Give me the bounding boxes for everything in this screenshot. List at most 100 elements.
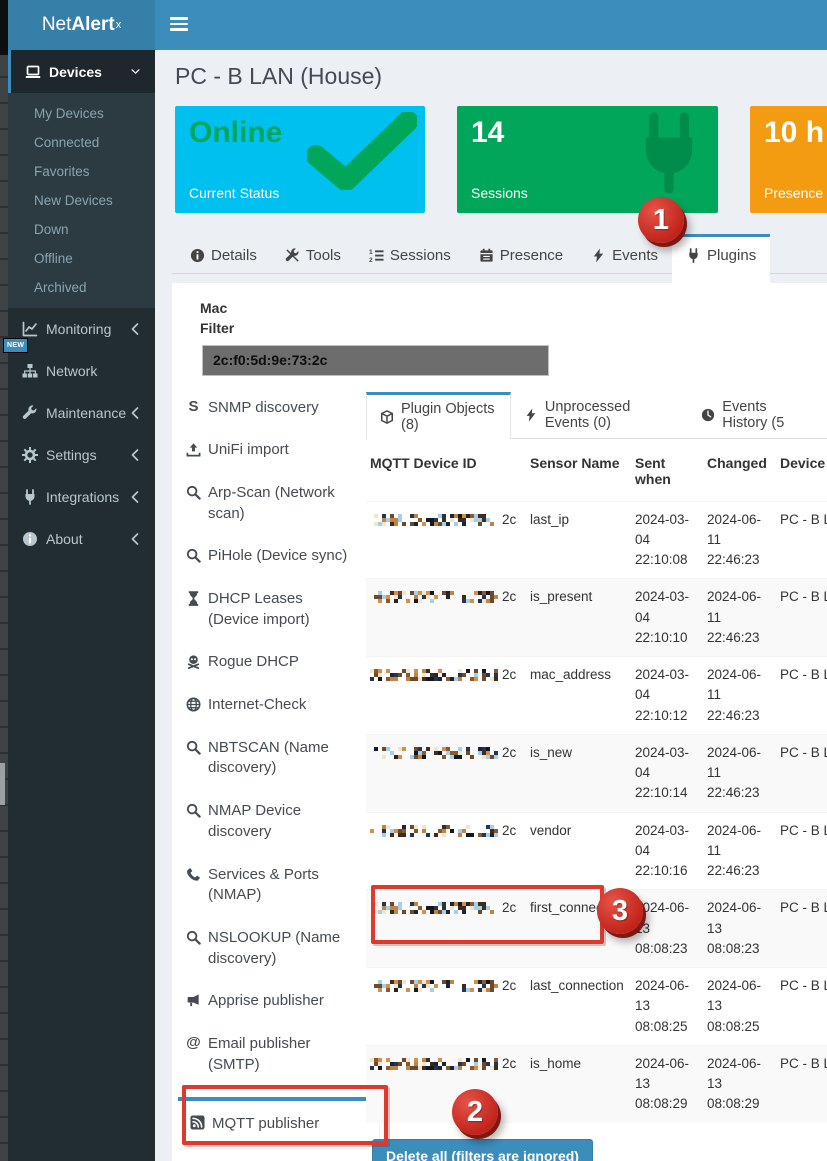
- tab-inner: Plugins: [686, 247, 756, 264]
- tab-details[interactable]: Details: [176, 237, 271, 273]
- plugin-nav-label: Email publisher (SMTP): [208, 1034, 350, 1075]
- plugin-nav-label: SNMP discovery: [208, 398, 319, 419]
- cell-device: PC - B LAN: [776, 657, 827, 735]
- app-logo[interactable]: NetAlertx: [8, 0, 155, 50]
- status-card-sessions[interactable]: 14Sessions: [457, 106, 718, 213]
- plugin-nav-services-ports-nmap-[interactable]: Services & Ports (NMAP): [186, 865, 366, 906]
- plugin-nav-label: Internet-Check: [208, 695, 306, 716]
- tab-presence[interactable]: Presence: [465, 237, 577, 273]
- table-row[interactable]: 2cfirst_connection2024-06-13 08:08:23202…: [366, 890, 827, 968]
- sidebar-subitem-new-devices[interactable]: New Devices: [8, 186, 155, 215]
- sidebar-item-devices[interactable]: Devices: [8, 50, 155, 93]
- sidebar-item-label: Integrations: [46, 489, 127, 505]
- table-row[interactable]: 2cis_home2024-06-13 08:08:292024-06-13 0…: [366, 1045, 827, 1122]
- window-edge-strip: [0, 0, 8, 1161]
- card-value: 10 h: [764, 116, 827, 151]
- inner-tab-0[interactable]: Plugin Objects (8): [366, 392, 511, 439]
- main-content: PC - B LAN (House) OnlineCurrent Status1…: [155, 50, 827, 1161]
- devices-submenu: My DevicesConnectedFavoritesNew DevicesD…: [8, 93, 155, 308]
- col-mqtt-device-id: MQTT Device ID: [366, 441, 526, 502]
- table-row[interactable]: 2cvendor2024-03-04 22:10:162024-06-11 22…: [366, 812, 827, 890]
- table-row[interactable]: 2cmac_address2024-03-04 22:10:122024-06-…: [366, 657, 827, 735]
- sidebar-subitem-offline[interactable]: Offline: [8, 244, 155, 273]
- inner-tab-1[interactable]: Unprocessed Events (0): [511, 392, 688, 438]
- sidebar-item-network[interactable]: Network: [8, 350, 155, 392]
- card-label: Current Status: [189, 185, 279, 201]
- hamburger-icon[interactable]: [170, 17, 190, 33]
- delete-all-button[interactable]: Delete all (filters are ignored): [372, 1139, 593, 1161]
- cell-device-id: 2c: [366, 734, 526, 812]
- bolt-icon: [591, 248, 606, 263]
- sidebar-subitem-down[interactable]: Down: [8, 215, 155, 244]
- tab-tools[interactable]: Tools: [271, 237, 355, 273]
- plugin-nav-snmp-discovery[interactable]: SSNMP discovery: [186, 398, 366, 419]
- plugin-nav-dhcp-leases-device-import-[interactable]: DHCP Leases (Device import): [186, 589, 366, 630]
- svg-text:1: 1: [369, 249, 373, 256]
- svg-text:2: 2: [369, 257, 373, 263]
- status-card-presence[interactable]: 10 h Presence: [750, 106, 827, 213]
- cell-sent: 2024-03-04 22:10:08: [631, 501, 703, 579]
- tab-plugins[interactable]: Plugins: [672, 234, 770, 292]
- plugin-nav-rogue-dhcp[interactable]: Rogue DHCP: [186, 652, 366, 673]
- tab-label: Plugins: [707, 247, 756, 264]
- tab-label: Presence: [500, 247, 563, 264]
- cell-sensor: vendor: [526, 812, 631, 890]
- sidebar-subitem-archived[interactable]: Archived: [8, 273, 155, 302]
- device-id-suffix: 2c: [502, 510, 516, 530]
- cell-device: PC - B LAN: [776, 812, 827, 890]
- plugin-nav-email-publisher-smtp-[interactable]: @ Email publisher (SMTP): [186, 1034, 366, 1075]
- sidebar-item-label: About: [46, 531, 127, 547]
- sidebar-subitem-connected[interactable]: Connected: [8, 128, 155, 157]
- plugin-nav-nmap-device-discovery[interactable]: NMAP Device discovery: [186, 801, 366, 842]
- sidebar-item-about[interactable]: About: [8, 518, 155, 560]
- sidebar-item-label: Network: [46, 363, 143, 379]
- table-row[interactable]: 2cis_present2024-03-04 22:10:102024-06-1…: [366, 579, 827, 657]
- sidebar-subitem-favorites[interactable]: Favorites: [8, 157, 155, 186]
- mac-filter-label: Mac Filter: [200, 298, 827, 339]
- plugin-nav-pihole-device-sync-[interactable]: PiHole (Device sync): [186, 546, 366, 567]
- cell-sensor: is_present: [526, 579, 631, 657]
- redacted-device-id: [370, 591, 498, 603]
- col-sent-when: Sent when: [631, 441, 703, 502]
- bullhorn-icon: [186, 993, 201, 1008]
- plugin-nav-unifi-import[interactable]: UniFi import: [186, 440, 366, 461]
- sidebar-subitem-my-devices[interactable]: My Devices: [8, 99, 155, 128]
- plugin-nav-label: Rogue DHCP: [208, 652, 299, 673]
- card-label: Presence: [764, 185, 823, 201]
- plugin-nav-nslookup-name-discovery-[interactable]: NSLOOKUP (Name discovery): [186, 928, 366, 969]
- plugin-nav-label: NBTSCAN (Name discovery): [208, 738, 350, 779]
- window-edge-top: [0, 0, 8, 55]
- device-id-suffix: 2c: [502, 976, 516, 996]
- cube-icon: [380, 410, 394, 424]
- tools-icon: [285, 248, 300, 263]
- plugin-nav-arp-scan-network-scan-[interactable]: Arp-Scan (Network scan): [186, 483, 366, 524]
- cell-device: PC - B LAN: [776, 501, 827, 579]
- at-icon: @: [186, 1036, 201, 1051]
- inner-tab-2[interactable]: Events History (5: [688, 392, 827, 438]
- plugin-nav-label: Apprise publisher: [208, 991, 324, 1012]
- sidebar-item-maintenance[interactable]: Maintenance: [8, 392, 155, 434]
- plugin-nav-nbtscan-name-discovery-[interactable]: NBTSCAN (Name discovery): [186, 738, 366, 779]
- tab-sessions[interactable]: 12Sessions: [355, 237, 465, 273]
- scrollbar-thumb[interactable]: [0, 763, 5, 805]
- plugin-nav-apprise-publisher[interactable]: Apprise publisher: [186, 991, 366, 1012]
- plugin-nav-internet-check[interactable]: Internet-Check: [186, 695, 366, 716]
- new-badge: NEW: [3, 338, 28, 353]
- mac-filter-input[interactable]: [202, 345, 549, 376]
- cell-device-id: 2c: [366, 968, 526, 1046]
- table-row[interactable]: 2clast_connection2024-06-13 08:08:252024…: [366, 968, 827, 1046]
- annotation-badge-1: 1: [638, 197, 684, 243]
- status-card-current-status[interactable]: OnlineCurrent Status: [175, 106, 425, 213]
- sidebar-item-monitoring[interactable]: Monitoring: [8, 308, 155, 350]
- inner-tab-label: Events History (5: [722, 399, 814, 431]
- table-row[interactable]: 2clast_ip2024-03-04 22:10:082024-06-11 2…: [366, 501, 827, 579]
- plugin-nav-label: PiHole (Device sync): [208, 546, 347, 567]
- sidebar-item-integrations[interactable]: Integrations: [8, 476, 155, 518]
- col-changed: Changed: [703, 441, 776, 502]
- plugin-nav-mqtt-publisher[interactable]: MQTT publisher: [178, 1097, 380, 1149]
- sidebar-item-settings[interactable]: Settings: [8, 434, 155, 476]
- sidebar: Devices My DevicesConnectedFavoritesNew …: [8, 50, 155, 1161]
- wrench-icon: [22, 405, 38, 421]
- chevron-down-icon: [127, 64, 143, 80]
- table-row[interactable]: 2cis_new2024-03-04 22:10:142024-06-11 22…: [366, 734, 827, 812]
